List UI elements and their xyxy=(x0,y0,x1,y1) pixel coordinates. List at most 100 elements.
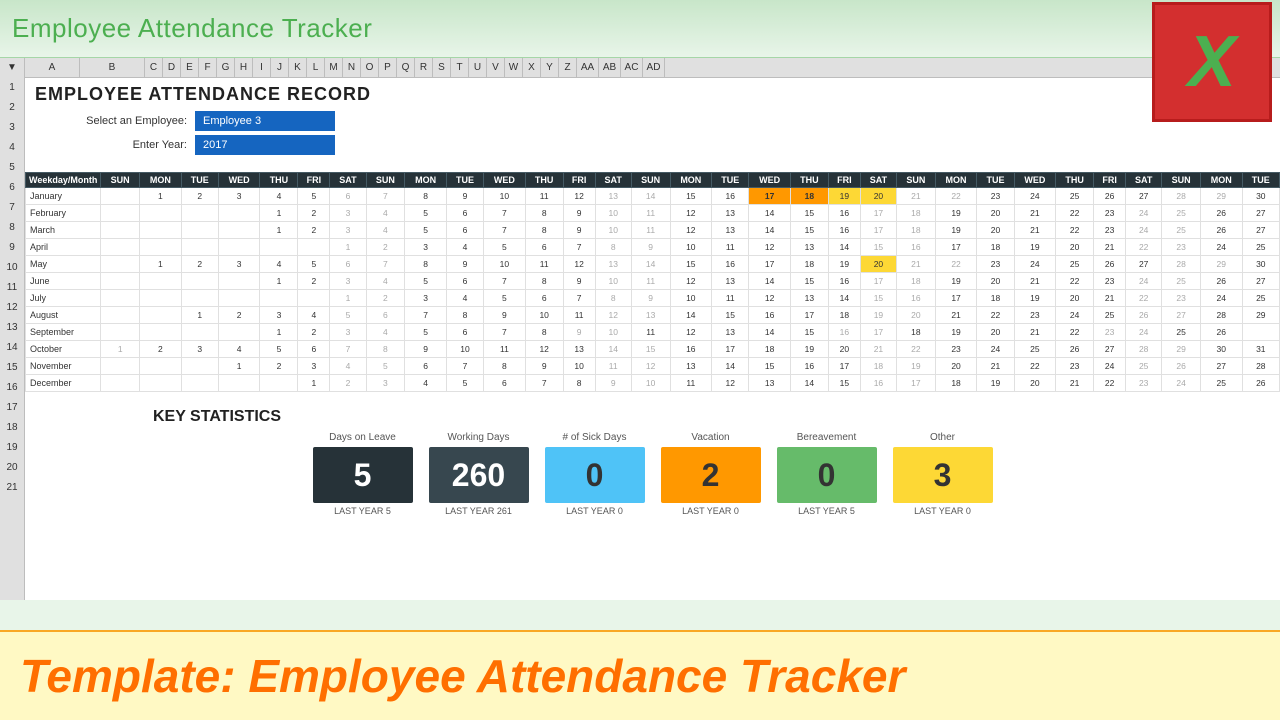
wh-tue3: TUE xyxy=(712,173,749,188)
row-20: 20 xyxy=(0,458,24,478)
wh-fri4: FRI xyxy=(1094,173,1126,188)
wh-tue1: TUE xyxy=(181,173,218,188)
row-16: 16 xyxy=(0,378,24,398)
key-stats-title: KEY STATISTICS xyxy=(33,408,1272,426)
wh-thu3: THU xyxy=(790,173,828,188)
jan-d5: 4 xyxy=(260,188,298,205)
row-numbers: 1 2 3 4 5 6 7 8 9 10 11 12 13 14 15 16 1… xyxy=(0,78,25,600)
jan-d27: 26 xyxy=(1094,188,1126,205)
row-13: 13 xyxy=(0,318,24,338)
sick-days-value: 0 xyxy=(545,447,645,503)
col-q: Q xyxy=(397,58,415,77)
jan-d19: 18 xyxy=(790,188,828,205)
jan-d18: 17 xyxy=(749,188,791,205)
top-banner: Employee Attendance Tracker xyxy=(0,0,1280,58)
column-headers: ▼ A B C D E F G H I J K L M N O P Q R S … xyxy=(0,58,1280,78)
stat-bereavement: Bereavement 0 LAST YEAR 5 xyxy=(777,432,877,516)
jan-d22: 21 xyxy=(897,188,936,205)
sick-days-last-year: LAST YEAR 0 xyxy=(566,506,623,516)
stat-other: Other 3 LAST YEAR 0 xyxy=(893,432,993,516)
wh-sat3: SAT xyxy=(860,173,896,188)
empty-row-4 xyxy=(25,158,1280,168)
vacation-value: 2 xyxy=(661,447,761,503)
working-days-last-year: LAST YEAR 261 xyxy=(445,506,512,516)
bottom-banner-text: Template: Employee Attendance Tracker xyxy=(20,649,905,703)
days-on-leave-value: 5 xyxy=(313,447,413,503)
year-input[interactable]: 2017 xyxy=(195,135,335,155)
jan-d13: 12 xyxy=(563,188,595,205)
wh-thu1: THU xyxy=(260,173,298,188)
col-k: K xyxy=(289,58,307,77)
september-row: September 1 2 3 4 5 6 7 8 xyxy=(26,324,1280,341)
row-11: 11 xyxy=(0,278,24,298)
col-w: W xyxy=(505,58,523,77)
january-row: January 1 2 3 4 5 6 7 8 9 10 11 xyxy=(26,188,1280,205)
wh-sat4: SAT xyxy=(1126,173,1162,188)
wh-wed2: WED xyxy=(484,173,526,188)
working-days-label: Working Days xyxy=(447,432,509,443)
jan-d11: 10 xyxy=(484,188,526,205)
col-h: H xyxy=(235,58,253,77)
weekday-month-header: Weekday/Month xyxy=(26,173,101,188)
wh-mon5: MON xyxy=(1200,173,1242,188)
wh-sat2: SAT xyxy=(595,173,631,188)
february-row: February 1 2 3 4 5 6 7 8 xyxy=(26,205,1280,222)
april-row: April 1 2 3 4 5 6 xyxy=(26,239,1280,256)
wh-sun5: SUN xyxy=(1162,173,1201,188)
row-17: 17 xyxy=(0,398,24,418)
wh-mon3: MON xyxy=(670,173,712,188)
other-label: Other xyxy=(930,432,955,443)
col-l: L xyxy=(307,58,325,77)
wh-fri2: FRI xyxy=(563,173,595,188)
col-x: X xyxy=(523,58,541,77)
col-c: C xyxy=(145,58,163,77)
col-s: S xyxy=(433,58,451,77)
february-label: February xyxy=(26,205,101,222)
row-12: 12 xyxy=(0,298,24,318)
calendar-header-row: Weekday/Month SUN MON TUE WED THU FRI SA… xyxy=(26,173,1280,188)
wh-wed3: WED xyxy=(749,173,791,188)
wh-sun1: SUN xyxy=(101,173,140,188)
col-ac: AC xyxy=(621,58,643,77)
app-title: Employee Attendance Tracker xyxy=(12,13,372,44)
excel-logo: X xyxy=(1152,2,1272,122)
row-21: 21 xyxy=(0,478,24,498)
jan-d1 xyxy=(101,188,140,205)
spreadsheet-area: ▼ A B C D E F G H I J K L M N O P Q R S … xyxy=(0,58,1280,600)
row-8: 8 xyxy=(0,218,24,238)
wh-wed4: WED xyxy=(1014,173,1056,188)
col-n: N xyxy=(343,58,361,77)
row-9: 9 xyxy=(0,238,24,258)
jan-d15: 14 xyxy=(631,188,670,205)
wh-sun4: SUN xyxy=(897,173,936,188)
col-e: E xyxy=(181,58,199,77)
october-row: October 1 2 3 4 5 6 7 8 9 10 11 xyxy=(26,341,1280,358)
jan-d14: 13 xyxy=(595,188,631,205)
select-employee-label: Select an Employee: xyxy=(25,115,195,127)
jan-d4: 3 xyxy=(218,188,260,205)
jan-d25: 24 xyxy=(1014,188,1056,205)
vacation-last-year: LAST YEAR 0 xyxy=(682,506,739,516)
december-row: December 1 2 3 4 5 6 7 xyxy=(26,375,1280,392)
jan-d20: 19 xyxy=(828,188,860,205)
bereavement-value: 0 xyxy=(777,447,877,503)
col-u: U xyxy=(469,58,487,77)
jan-d30: 29 xyxy=(1200,188,1242,205)
content-area: EMPLOYEE ATTENDANCE RECORD Select an Emp… xyxy=(25,78,1280,600)
title-row: EMPLOYEE ATTENDANCE RECORD xyxy=(25,78,1280,110)
select-employee-row: Select an Employee: Employee 3 xyxy=(25,110,1280,132)
jan-d6: 5 xyxy=(298,188,330,205)
jan-d31: 30 xyxy=(1242,188,1279,205)
wh-wed1: WED xyxy=(218,173,260,188)
corner-cell: ▼ xyxy=(0,58,25,78)
row-14: 14 xyxy=(0,338,24,358)
col-i: I xyxy=(253,58,271,77)
other-last-year: LAST YEAR 0 xyxy=(914,506,971,516)
jan-d24: 23 xyxy=(977,188,1014,205)
row-5: 5 xyxy=(0,158,24,178)
wh-mon1: MON xyxy=(140,173,182,188)
row-2: 2 xyxy=(0,98,24,118)
col-v: V xyxy=(487,58,505,77)
rows-area: 1 2 3 4 5 6 7 8 9 10 11 12 13 14 15 16 1… xyxy=(0,78,1280,600)
employee-select-input[interactable]: Employee 3 xyxy=(195,111,335,131)
